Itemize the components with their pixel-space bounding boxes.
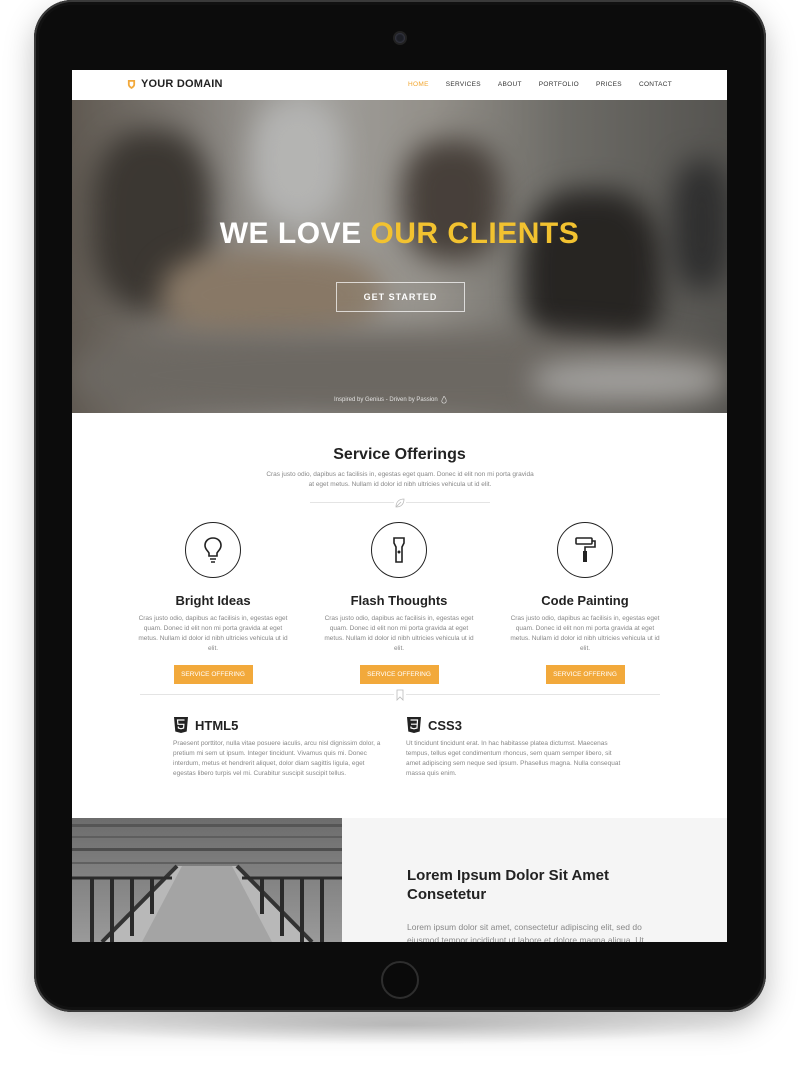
tech-title: HTML5: [195, 717, 239, 733]
services-description: Cras justo odio, dapibus ac facilisis in…: [266, 471, 534, 488]
services-title: Service Offerings: [333, 446, 466, 463]
css3-icon: [407, 717, 421, 733]
service-offering-button[interactable]: SERVICE OFFERING: [173, 665, 253, 684]
home-button[interactable]: [381, 961, 419, 999]
hero-overlay: [72, 100, 727, 413]
service-description: Cras justo odio, dapibus ac facilisis in…: [510, 615, 660, 652]
lightbulb-icon: [185, 522, 241, 578]
tech-heading: HTML5: [173, 716, 389, 734]
tech-title: CSS3: [428, 717, 462, 733]
nav-link-contact[interactable]: CONTACT: [639, 81, 672, 88]
nav-link-services[interactable]: SERVICES: [446, 81, 481, 88]
hero-title-highlight: OUR CLIENTS: [370, 217, 580, 250]
tech-description: Praesent porttitor, nulla vitae posuere …: [173, 740, 381, 777]
nav-link-portfolio[interactable]: PORTFOLIO: [539, 81, 579, 88]
nav-link-prices[interactable]: PRICES: [596, 81, 622, 88]
tech-block: CSS3 Ut tincidunt tincidunt erat. In hac…: [406, 716, 622, 779]
service-card: Flash Thoughts Cras justo odio, dapibus …: [314, 522, 484, 684]
about-title: Lorem Ipsum Dolor Sit Amet Consetetur: [407, 867, 609, 903]
top-nav: YOUR DOMAIN HOME SERVICES ABOUT PORTFOLI…: [72, 70, 727, 100]
camera-icon: [395, 33, 405, 43]
get-started-button[interactable]: GET STARTED: [336, 282, 465, 312]
shield-icon: [127, 79, 136, 89]
service-offering-button[interactable]: SERVICE OFFERING: [359, 665, 439, 684]
nav-link-about[interactable]: ABOUT: [498, 81, 522, 88]
tech-heading: CSS3: [406, 716, 622, 734]
flashlight-icon: [371, 522, 427, 578]
about-section: Lorem Ipsum Dolor Sit Amet Consetetur Lo…: [72, 818, 727, 942]
service-description: Cras justo odio, dapibus ac facilisis in…: [138, 615, 288, 652]
hero-title: WE LOVE OUR CLIENTS: [72, 217, 727, 251]
brand[interactable]: YOUR DOMAIN: [127, 78, 223, 90]
bookmark-icon: [394, 688, 406, 701]
leaf-icon: [394, 496, 406, 508]
service-card: Code Painting Cras justo odio, dapibus a…: [500, 522, 670, 684]
flame-icon: [441, 396, 447, 404]
nav-links: HOME SERVICES ABOUT PORTFOLIO PRICES CON…: [408, 81, 672, 88]
hero-tagline-text: Inspired by Genius - Driven by Passion: [334, 397, 438, 403]
html5-icon: [174, 717, 188, 733]
service-title: Code Painting: [541, 593, 629, 608]
website-screen: YOUR DOMAIN HOME SERVICES ABOUT PORTFOLI…: [72, 70, 727, 942]
hero-title-main: WE LOVE: [219, 217, 362, 250]
hero-section: WE LOVE OUR CLIENTS GET STARTED Inspired…: [72, 100, 727, 413]
service-offering-button[interactable]: SERVICE OFFERING: [545, 665, 625, 684]
service-title: Flash Thoughts: [350, 593, 448, 608]
brand-name: YOUR DOMAIN: [141, 78, 223, 90]
pier-image: [72, 818, 342, 942]
service-description: Cras justo odio, dapibus ac facilisis in…: [324, 615, 474, 652]
nav-link-home[interactable]: HOME: [408, 81, 429, 88]
about-text: Lorem ipsum dolor sit amet, consectetur …: [407, 922, 644, 942]
tech-description: Ut tincidunt tincidunt erat. In hac habi…: [406, 740, 621, 777]
service-card: Bright Ideas Cras justo odio, dapibus ac…: [128, 522, 298, 684]
service-title: Bright Ideas: [175, 593, 251, 608]
hero-tagline: Inspired by Genius - Driven by Passion: [334, 396, 447, 404]
tech-block: HTML5 Praesent porttitor, nulla vitae po…: [173, 716, 389, 779]
paint-roller-icon: [557, 522, 613, 578]
